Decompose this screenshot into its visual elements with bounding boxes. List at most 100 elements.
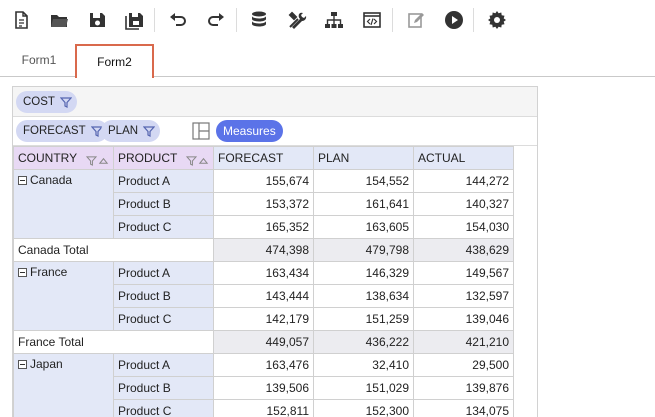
value-cell: 163,605	[313, 215, 414, 239]
value-cell: 142,179	[213, 307, 314, 331]
product-cell: Product A	[113, 353, 214, 377]
column-zone: FORECAST PLAN Measures	[13, 117, 537, 146]
value-cell: 155,674	[213, 169, 314, 193]
save-as-icon[interactable]	[121, 7, 147, 33]
header-label: COUNTRY	[18, 151, 78, 165]
country-cell[interactable]: France	[13, 261, 114, 331]
toolbar-separator	[473, 8, 474, 32]
chip-label: COST	[23, 96, 55, 108]
value-cell: 138,634	[313, 284, 414, 308]
edit-icon[interactable]	[403, 7, 429, 33]
redo-icon[interactable]	[203, 7, 229, 33]
value-cell: 143,444	[213, 284, 314, 308]
tab-form1[interactable]: Form1	[3, 44, 75, 77]
collapse-icon[interactable]	[18, 176, 27, 185]
total-value: 474,398	[213, 238, 314, 262]
country-cell[interactable]: Canada	[13, 169, 114, 239]
undo-icon[interactable]	[165, 7, 191, 33]
value-cell: 151,029	[313, 376, 414, 400]
total-value: 479,798	[313, 238, 414, 262]
collapse-icon[interactable]	[18, 268, 27, 277]
table-row: Japan Product A 163,476 32,410 29,500	[13, 353, 514, 417]
open-folder-icon[interactable]	[46, 7, 72, 33]
value-cell: 29,500	[413, 353, 514, 377]
database-icon[interactable]	[246, 7, 272, 33]
toolbar	[0, 0, 655, 40]
hierarchy-icon[interactable]	[321, 7, 347, 33]
chip-label: PLAN	[108, 125, 139, 137]
filter-icon[interactable]	[86, 155, 97, 166]
value-cell: 152,811	[213, 399, 314, 417]
value-cell: 139,046	[413, 307, 514, 331]
measures-chip[interactable]: Measures	[216, 120, 283, 142]
toolbar-separator	[154, 8, 155, 32]
value-cell: 139,506	[213, 376, 314, 400]
sort-ascending-icon[interactable]	[98, 155, 109, 166]
product-cell: Product C	[113, 307, 214, 331]
filter-zone: COST	[13, 87, 537, 117]
total-value: 449,057	[213, 330, 314, 354]
product-cell: Product B	[113, 284, 214, 308]
country-cell[interactable]: Japan	[13, 353, 114, 417]
filter-chip-cost[interactable]: COST	[16, 91, 77, 113]
table-row: Canada Product A 155,674 154,552 144,272	[13, 169, 514, 239]
layout-icon[interactable]	[192, 122, 210, 140]
product-cell: Product B	[113, 192, 214, 216]
toolbar-separator	[392, 8, 393, 32]
country-label: Japan	[30, 357, 63, 371]
value-cell: 139,876	[413, 376, 514, 400]
sort-ascending-icon[interactable]	[198, 155, 209, 166]
value-cell: 165,352	[213, 215, 314, 239]
table-row: France Product A 163,434 146,329 149,567	[13, 261, 514, 331]
column-header-forecast[interactable]: FORECAST	[213, 146, 314, 170]
value-cell: 154,030	[413, 215, 514, 239]
filter-icon[interactable]	[59, 96, 72, 108]
product-cell: Product C	[113, 215, 214, 239]
value-cell: 134,075	[413, 399, 514, 417]
country-label: Canada	[30, 173, 73, 187]
value-cell: 32,410	[313, 353, 414, 377]
value-cell: 152,300	[313, 399, 414, 417]
tools-icon[interactable]	[284, 7, 310, 33]
collapse-icon[interactable]	[18, 360, 27, 369]
value-cell: 146,329	[313, 261, 414, 285]
form-tabs: Form1 Form2	[0, 40, 655, 78]
row-header-country[interactable]: COUNTRY	[13, 146, 114, 170]
column-header-plan[interactable]: PLAN	[313, 146, 414, 170]
total-label: Canada Total	[13, 238, 214, 262]
play-icon[interactable]	[441, 7, 467, 33]
header-row: COUNTRY PRODUCT FORECAST PLAN ACTUAL	[13, 146, 514, 170]
product-cell: Product A	[113, 261, 214, 285]
total-row: France Total 449,057 436,222 421,210	[13, 330, 514, 354]
toolbar-separator	[236, 8, 237, 32]
tab-form2[interactable]: Form2	[75, 44, 154, 78]
pivot-grid: COST FORECAST PLAN Measures COUNTRY PROD…	[12, 86, 538, 417]
column-header-actual[interactable]: ACTUAL	[413, 146, 514, 170]
save-icon[interactable]	[84, 7, 110, 33]
product-cell: Product A	[113, 169, 214, 193]
gear-icon[interactable]	[484, 7, 510, 33]
total-row: Canada Total 474,398 479,798 438,629	[13, 238, 514, 262]
header-label: PRODUCT	[118, 151, 178, 165]
value-cell: 149,567	[413, 261, 514, 285]
value-cell: 163,476	[213, 353, 314, 377]
pivot-table: COUNTRY PRODUCT FORECAST PLAN ACTUAL Can…	[13, 146, 514, 417]
value-cell: 163,434	[213, 261, 314, 285]
column-chip-plan[interactable]: PLAN	[101, 120, 161, 142]
row-header-product[interactable]: PRODUCT	[113, 146, 214, 170]
value-cell: 140,327	[413, 192, 514, 216]
product-cell: Product B	[113, 376, 214, 400]
new-document-icon[interactable]	[8, 7, 34, 33]
total-value: 436,222	[313, 330, 414, 354]
filter-icon[interactable]	[143, 125, 156, 137]
total-value: 438,629	[413, 238, 514, 262]
product-cell: Product C	[113, 399, 214, 417]
filter-icon[interactable]	[186, 155, 197, 166]
value-cell: 151,259	[313, 307, 414, 331]
value-cell: 132,597	[413, 284, 514, 308]
total-value: 421,210	[413, 330, 514, 354]
column-chip-forecast[interactable]: FORECAST	[16, 120, 108, 142]
value-cell: 153,372	[213, 192, 314, 216]
chip-label: FORECAST	[23, 125, 86, 137]
code-icon[interactable]	[359, 7, 385, 33]
